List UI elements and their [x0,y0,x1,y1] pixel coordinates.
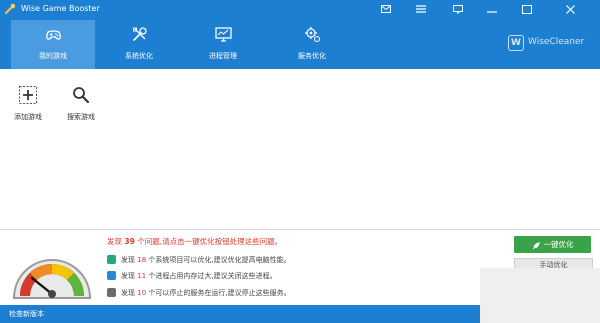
check-update-link[interactable]: 检查新版本 [9,309,44,319]
item-post: 个进程占用内存过大,建议关闭这些进程。 [146,272,277,280]
maximize-icon[interactable] [519,2,535,16]
content-divider [0,229,600,230]
search-game-label: 搜索游戏 [67,113,95,121]
feedback-icon[interactable] [450,2,466,16]
close-icon[interactable] [562,2,578,16]
tab-system-optimize[interactable]: 系统优化 [97,20,181,69]
system-icon [107,255,116,264]
window-corner-area [480,268,600,323]
tab-label: 服务优化 [298,52,326,60]
brand-name: WiseCleaner [528,37,585,47]
add-icon [19,86,37,104]
optimize-label: 一键优化 [543,240,574,249]
status-bar: 检查新版本 [0,305,480,323]
item-pre: 发现 [121,289,138,297]
item-pre: 发现 [121,256,138,264]
title-bar: Wise Game Booster [0,0,600,20]
tab-process-manager[interactable]: 进程管理 [181,20,265,69]
tools-icon [133,27,147,41]
one-click-optimize-button[interactable]: 一键优化 [514,236,591,253]
service-icon [107,288,116,297]
item-count: 10 [137,289,147,297]
issue-summary: 发现 39 个问题,请点击一键优化按钮处理这些问题。 [107,236,282,247]
speed-gauge-icon [12,259,92,299]
service-gear-icon [305,27,321,43]
app-title: Wise Game Booster [21,4,100,13]
summary-suffix: 个问题,请点击一键优化按钮处理这些问题。 [134,237,283,246]
tab-label: 我的游戏 [39,52,67,60]
item-pre: 发现 [121,272,138,280]
gamepad-icon [46,30,61,40]
app-logo-icon [5,3,16,14]
summary-prefix: 发现 [107,237,125,246]
item-count: 18 [137,256,147,264]
process-icon [107,271,116,280]
item-post: 个系统项目可以优化,建议优化提高电脑性能。 [146,256,291,264]
header-bar: Wise Game Booster 我的游戏 系统优化 进程管理 服务优化 W … [0,0,600,69]
rocket-icon [532,241,540,249]
add-game-label: 添加游戏 [14,113,42,121]
item-count: 11 [137,272,147,280]
tab-label: 系统优化 [125,52,153,60]
tab-label: 进程管理 [209,52,237,60]
tab-service-optimize[interactable]: 服务优化 [270,20,354,69]
issue-count: 39 [124,237,135,246]
menu-icon[interactable] [413,2,429,16]
search-icon [73,87,90,104]
wisecleaner-logo-icon: W [508,35,524,51]
minimize-icon[interactable] [484,2,500,16]
mail-icon[interactable] [378,2,394,16]
item-post: 个可以停止的服务在运行,建议停止这些服务。 [146,289,291,297]
tab-my-games[interactable]: 我的游戏 [11,20,95,69]
monitor-icon [215,27,232,42]
